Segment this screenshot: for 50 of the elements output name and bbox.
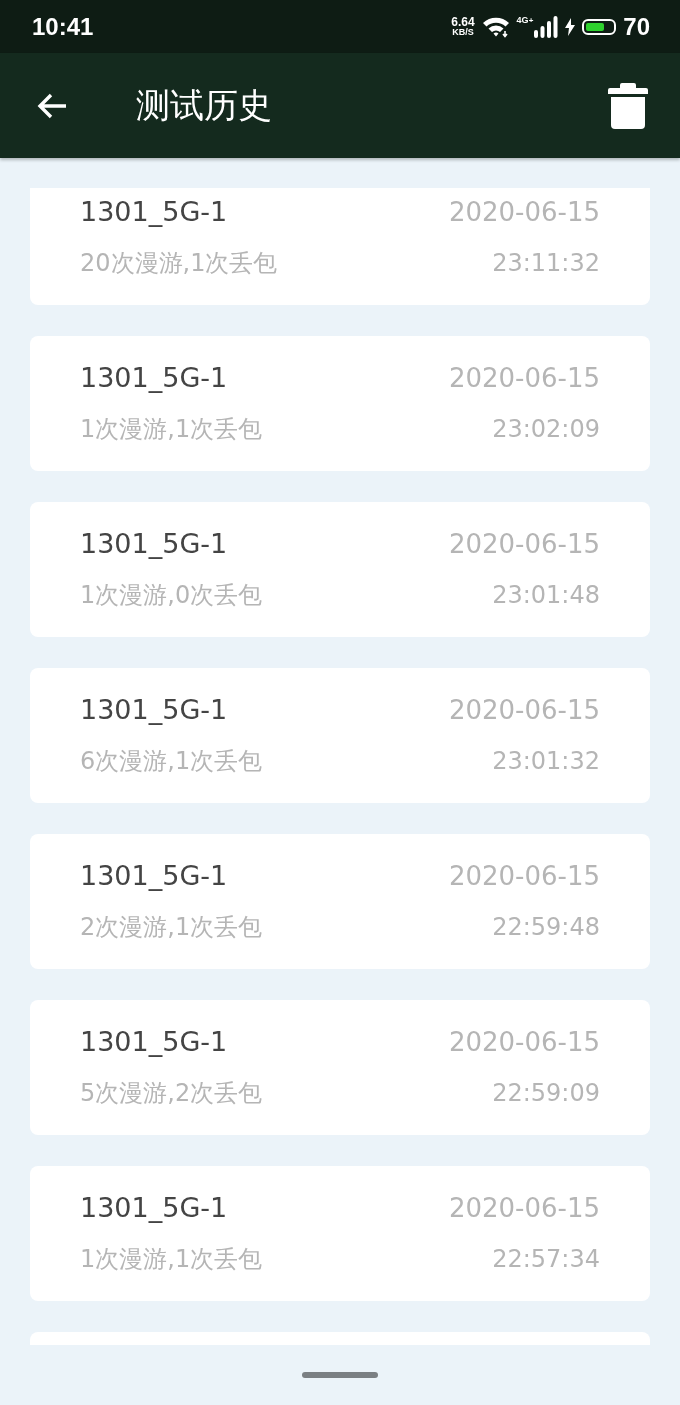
record-name: 1301_5G-1 xyxy=(80,1192,228,1223)
record-time: 23:01:32 xyxy=(492,747,600,775)
signal-icon xyxy=(534,15,559,38)
history-card[interactable]: 1301_5G-1 2020-06-15 5次漫游,2次丢包 22:59:09 xyxy=(30,1000,650,1135)
record-date: 2020-06-15 xyxy=(448,1026,600,1057)
charging-icon xyxy=(565,17,576,36)
history-card[interactable]: 1301_5G-1 2020-06-15 20次漫游,1次丢包 23:11:32 xyxy=(30,188,650,305)
network-speed: 6.64 xyxy=(451,16,475,28)
record-name: 1301_5G-1 xyxy=(80,528,228,559)
record-time: 23:01:48 xyxy=(492,581,600,609)
record-summary: 6次漫游,1次丢包 xyxy=(80,746,263,777)
record-date: 2020-06-15 xyxy=(448,860,600,891)
record-name: 1301_5G-1 xyxy=(80,362,228,393)
record-date: 2020-06-15 xyxy=(448,528,600,559)
battery-percent: 70 xyxy=(623,12,650,41)
record-summary: 1次漫游,1次丢包 xyxy=(80,414,263,445)
history-card[interactable]: 1301_5G-1 2020-06-15 2次漫游,1次丢包 22:59:48 xyxy=(30,834,650,969)
record-time: 23:02:09 xyxy=(492,415,600,443)
record-time: 22:57:34 xyxy=(492,1245,600,1273)
network-plus-sign: + xyxy=(528,15,534,25)
record-time: 22:59:09 xyxy=(492,1079,600,1107)
record-summary: 2次漫游,1次丢包 xyxy=(80,912,263,943)
record-name: 1301_5G-1 xyxy=(80,196,228,227)
record-summary: 1次漫游,0次丢包 xyxy=(80,580,263,611)
record-date: 2020-06-15 xyxy=(448,196,600,227)
record-name: 1301_5G-1 xyxy=(80,1026,228,1057)
record-name: 1301_5G-1 xyxy=(80,860,228,891)
wifi-icon xyxy=(481,15,510,38)
network-speed-unit: KB/S xyxy=(452,28,474,37)
back-button[interactable] xyxy=(36,91,68,120)
record-date: 2020-06-15 xyxy=(448,694,600,725)
record-summary: 5次漫游,2次丢包 xyxy=(80,1078,263,1109)
history-card[interactable]: 1301_5G-1 2020-06-15 1次漫游,1次丢包 22:57:34 xyxy=(30,1166,650,1301)
history-card[interactable]: 1301_5G-1 2020-06-15 1次漫游,1次丢包 23:02:09 xyxy=(30,336,650,471)
record-date: 2020-06-15 xyxy=(448,1192,600,1223)
back-arrow-icon xyxy=(36,91,68,120)
record-summary: 20次漫游,1次丢包 xyxy=(80,248,278,279)
page-title: 测试历史 xyxy=(136,83,273,127)
record-time: 22:59:48 xyxy=(492,913,600,941)
record-summary: 1次漫游,1次丢包 xyxy=(80,1244,263,1275)
history-card[interactable]: 1301_5G-1 2020-06-15 6次漫游,1次丢包 23:01:32 xyxy=(30,668,650,803)
record-time: 23:11:32 xyxy=(492,249,600,277)
record-name: 1301_5G-1 xyxy=(80,694,228,725)
status-time: 10:41 xyxy=(32,12,94,41)
history-card[interactable]: 1301_5G-1 2020-06-15 1次漫游,0次丢包 23:01:48 xyxy=(30,502,650,637)
network-type: 4G xyxy=(516,14,529,25)
record-date: 2020-06-15 xyxy=(448,362,600,393)
trash-icon xyxy=(608,82,648,129)
delete-button[interactable] xyxy=(608,82,648,129)
battery-icon xyxy=(582,18,617,35)
